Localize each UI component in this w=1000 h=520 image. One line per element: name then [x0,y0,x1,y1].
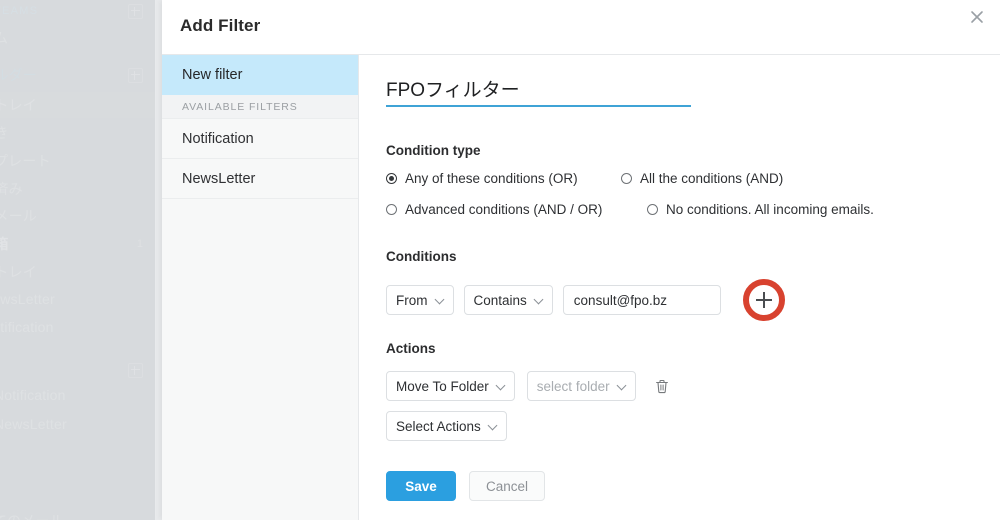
sidebar-item-label: NewsLetter [0,416,67,432]
condition-field-value: From [396,292,428,308]
save-button[interactable]: Save [386,471,456,501]
action-type-select[interactable]: Move To Folder [386,371,515,401]
dialog-footer: Save Cancel [386,471,546,501]
radio-label: Any of these conditions (OR) [405,171,578,186]
sidebar-item-label: NewsLetter [0,291,55,307]
radio-label: No conditions. All incoming emails. [666,202,874,217]
plus-icon[interactable] [128,67,143,83]
condition-row: From Contains [386,279,785,321]
sidebar-row[interactable]: すべてのメール [0,508,155,520]
sidebar-row[interactable]: フォルダー [0,62,155,88]
add-filter-dialog: Add Filter New filter AVAILABLE FILTERS … [162,0,1000,520]
sidebar-row[interactable]: TEAMS [0,0,155,22]
sidebar-row[interactable]: ホーム [0,25,155,51]
sidebar-gutter [155,0,162,520]
filter-list-item-new-filter[interactable]: New filter [162,55,358,95]
sidebar-item-label: 送信済み [0,181,23,197]
filter-list-item-label: New filter [182,66,243,83]
plus-icon[interactable] [128,362,143,378]
condition-value-input[interactable] [562,285,721,315]
condition-type-heading: Condition type [386,143,481,158]
plus-icon[interactable] [755,291,773,309]
cancel-button[interactable]: Cancel [469,471,546,501]
radio-icon [647,204,658,215]
condition-field-select[interactable]: From [386,285,454,315]
chevron-down-icon [618,382,626,390]
action-folder-select[interactable]: select folder [526,371,636,401]
dialog-header: Add Filter [162,0,1000,55]
chevron-down-icon [436,296,444,304]
action-row: Move To Folder select folder [386,371,672,401]
chevron-down-icon [497,382,505,390]
sidebar-row[interactable]: ゴミ箱 1 [0,231,155,257]
sidebar-item-label: 受信トレイ [0,97,37,113]
filter-list-item-label: Notification [182,130,254,147]
action-type-value: Move To Folder [396,378,489,394]
filter-list-item-newsletter[interactable]: NewsLetter [162,159,358,199]
sidebar-item-label: TEAMS [0,5,39,17]
conditions-heading: Conditions [386,249,457,264]
sidebar-row[interactable]: 送信済み [0,176,155,202]
sidebar-row[interactable] [0,357,155,383]
sidebar-item-label: 迷惑メール [0,208,37,224]
sidebar-item-label: ホーム [0,30,9,46]
sidebar-item-label: Notification [0,387,66,403]
chevron-down-icon [489,422,497,430]
filter-form: Condition type Any of these conditions (… [360,55,1000,520]
sidebar-item-label: ゴミ箱 [0,236,9,252]
app-sidebar: TEAMS ホーム フォルダー 受信トレイ 下書き テンプレート 送信済み 迷惑… [0,0,155,520]
close-icon[interactable] [964,4,990,30]
sidebar-row[interactable]: Notification [0,314,155,340]
radio-label: Advanced conditions (AND / OR) [405,202,603,217]
available-filters-label: AVAILABLE FILTERS [182,100,298,113]
radio-any-of-these-conditions[interactable]: Any of these conditions (OR) [386,171,621,186]
plus-icon[interactable] [128,3,143,19]
sidebar-item-label: 受信トレイ [0,264,37,280]
sidebar-item-label: フォルダー [0,67,37,83]
chevron-down-icon [535,296,543,304]
filter-list-item-label: NewsLetter [182,170,256,187]
screen: TEAMS ホーム フォルダー 受信トレイ 下書き テンプレート 送信済み 迷惑… [0,0,1000,520]
sidebar-row[interactable]: Notification [0,382,155,408]
sidebar-row[interactable]: NewsLetter [0,286,155,312]
radio-label: All the conditions (AND) [640,171,784,186]
radio-all-the-conditions[interactable]: All the conditions (AND) [621,171,783,186]
trash-icon[interactable] [652,376,672,396]
radio-no-conditions[interactable]: No conditions. All incoming emails. [647,202,874,217]
sidebar-item-label: Notification [0,319,54,335]
radio-icon [386,173,397,184]
page-title: Add Filter [180,16,261,35]
sidebar-row[interactable]: 受信トレイ [0,259,155,285]
radio-icon [621,173,632,184]
sidebar-item-label: 下書き [0,125,9,141]
actions-heading: Actions [386,341,436,356]
add-action-row: Select Actions [386,411,507,441]
condition-operator-value: Contains [473,292,527,308]
select-actions-value: Select Actions [396,418,481,434]
sidebar-row[interactable]: 未読 [0,482,155,508]
available-filters-heading: AVAILABLE FILTERS [162,95,358,119]
filter-list-panel: New filter AVAILABLE FILTERS Notificatio… [162,55,359,520]
radio-icon [386,204,397,215]
sidebar-item-count: 1 [136,238,143,250]
sidebar-row[interactable]: テンプレート [0,148,155,174]
sidebar-item-label: テンプレート [0,153,51,169]
filter-list-item-notification[interactable]: Notification [162,119,358,159]
sidebar-row[interactable]: NewsLetter [0,411,155,437]
radio-advanced-conditions[interactable]: Advanced conditions (AND / OR) [386,202,647,217]
sidebar-item-label: すべてのメール [0,511,64,520]
action-folder-value: select folder [536,378,610,394]
filter-name-input[interactable] [386,77,691,107]
condition-operator-select[interactable]: Contains [463,285,553,315]
filter-name-field [386,77,691,107]
sidebar-row[interactable]: 迷惑メール [0,203,155,229]
select-actions-select[interactable]: Select Actions [386,411,507,441]
sidebar-row[interactable]: 受信トレイ [0,92,155,118]
sidebar-row[interactable]: 下書き [0,120,155,146]
add-condition-control [742,279,785,321]
